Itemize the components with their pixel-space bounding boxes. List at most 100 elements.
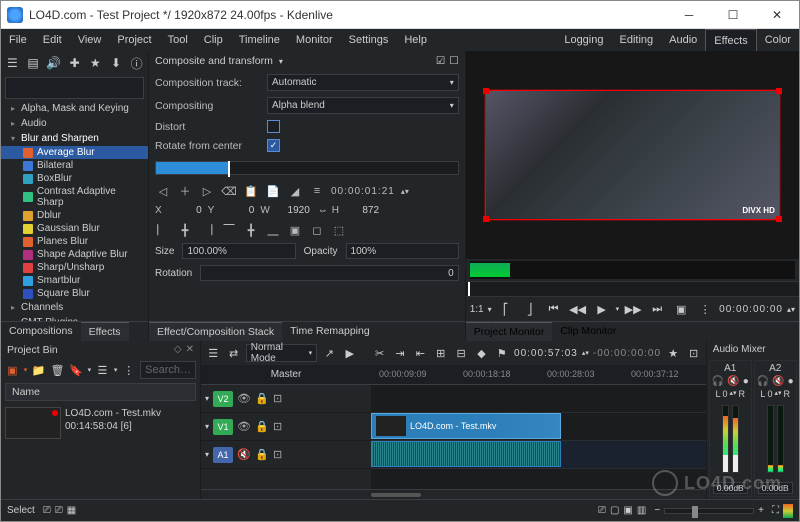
monitor-out-icon[interactable]: ⎦: [520, 300, 540, 318]
menu-monitor[interactable]: Monitor: [288, 29, 341, 51]
monitor-waveform[interactable]: [470, 261, 795, 279]
layout-logging[interactable]: Logging: [556, 29, 611, 51]
effect-dblur[interactable]: Dblur: [1, 209, 148, 222]
monitor-preview[interactable]: DIVX HD: [466, 51, 799, 259]
target-icon[interactable]: ⊡: [273, 420, 287, 433]
effects-search[interactable]: [5, 77, 144, 99]
align-hcenter-icon[interactable]: ╋: [177, 222, 193, 238]
bin-detach-icon[interactable]: ◇: [174, 344, 182, 356]
ch-solo-icon[interactable]: ●: [788, 376, 794, 387]
menu-edit[interactable]: Edit: [35, 29, 70, 51]
keyframe-slider[interactable]: [155, 161, 459, 175]
bin-column-name[interactable]: Name: [5, 383, 196, 401]
effect-planes-blur[interactable]: Planes Blur: [1, 235, 148, 248]
menu-settings[interactable]: Settings: [341, 29, 397, 51]
kf-copy-icon[interactable]: 📋: [243, 183, 259, 199]
stack-title[interactable]: Composite and transform▾: [149, 51, 289, 71]
tab-effects[interactable]: Effects: [81, 322, 129, 341]
tl-config-icon[interactable]: ⇄: [225, 344, 241, 362]
timeline-clip-a1[interactable]: [371, 441, 561, 467]
timeline-clip-v1[interactable]: LO4D.com - Test.mkv: [371, 413, 561, 439]
monitor-ruler[interactable]: [466, 281, 799, 297]
effect-gaussian-blur[interactable]: Gaussian Blur: [1, 222, 148, 235]
bin-filter-icon[interactable]: ☰: [95, 362, 110, 378]
tl-ungroup-icon[interactable]: ⊟: [453, 344, 469, 362]
lock-icon[interactable]: 🔒: [255, 448, 269, 461]
tab-effect-stack[interactable]: Effect/Composition Stack: [149, 322, 282, 341]
track-header-v2[interactable]: ▾V2👁🔒⊡: [201, 385, 371, 413]
layout-editing[interactable]: Editing: [611, 29, 661, 51]
close-button[interactable]: ✕: [755, 1, 799, 29]
menu-tool[interactable]: Tool: [160, 29, 196, 51]
distort-checkbox[interactable]: [267, 120, 280, 133]
menu-view[interactable]: View: [70, 29, 110, 51]
bin-delete-icon[interactable]: 🗑: [50, 362, 65, 378]
tl-group-icon[interactable]: ⊞: [433, 344, 449, 362]
mute-icon[interactable]: 🔇: [237, 448, 251, 461]
effects-fav-icon[interactable]: ★: [88, 55, 103, 71]
kf-prev-icon[interactable]: ◁: [155, 183, 171, 199]
kf-del-icon[interactable]: ⌫: [221, 183, 237, 199]
effects-cat-alpha[interactable]: ▸Alpha, Mask and Keying: [1, 101, 148, 116]
zoom-slider[interactable]: [664, 508, 754, 514]
align-vcenter-icon[interactable]: ╋: [243, 222, 259, 238]
tl-marker-icon[interactable]: ◆: [473, 344, 489, 362]
back-icon[interactable]: ◀◀: [568, 300, 588, 318]
kf-menu-icon[interactable]: ≡: [309, 183, 325, 199]
dim-w[interactable]: 1920: [272, 205, 314, 216]
mute-icon[interactable]: 👁: [237, 420, 251, 433]
track-header-v1[interactable]: ▾V1👁🔒⊡: [201, 413, 371, 441]
effects-download-icon[interactable]: ⬇: [109, 55, 124, 71]
bin-search[interactable]: Search…: [140, 361, 196, 379]
status-thumbs-icon[interactable]: ▥: [637, 505, 646, 516]
tl-timecode[interactable]: 00:00:57:03: [514, 348, 578, 359]
stack-eye-icon[interactable]: ☑: [436, 55, 445, 67]
effect-smartblur[interactable]: Smartblur: [1, 274, 148, 287]
minimize-button[interactable]: ─: [667, 1, 711, 29]
effect-average-blur[interactable]: Average Blur: [1, 146, 148, 159]
track-header-a1[interactable]: ▾A1🔇🔒⊡: [201, 441, 371, 469]
ch-mute-icon[interactable]: 🔇: [727, 376, 739, 387]
kf-type-icon[interactable]: ◢: [287, 183, 303, 199]
track-lane-a1[interactable]: [371, 441, 706, 469]
bin-add-icon[interactable]: ▣: [5, 362, 20, 378]
layout-color[interactable]: Color: [757, 29, 799, 51]
effect-sharp-unsharp[interactable]: Sharp/Unsharp: [1, 261, 148, 274]
align-left-icon[interactable]: ⎸: [155, 222, 171, 238]
zoom-in-icon[interactable]: +: [758, 505, 764, 516]
status-proxy-icon[interactable]: ▢: [610, 505, 619, 516]
status-snap-icon[interactable]: ⎚: [43, 505, 51, 516]
ch-mute-icon[interactable]: 🔇: [772, 376, 784, 387]
tl-play-icon[interactable]: ▶: [342, 344, 358, 362]
bin-close-icon[interactable]: ✕: [186, 344, 194, 356]
ch-headphone-icon[interactable]: 🎧: [757, 376, 769, 387]
size-field[interactable]: 100.00%: [182, 243, 295, 259]
tl-track-toggle-icon[interactable]: ☰: [205, 344, 221, 362]
zoom-out-icon[interactable]: −: [654, 505, 660, 516]
tl-render-icon[interactable]: ⊡: [685, 344, 701, 362]
timeline-scrollbar[interactable]: [201, 489, 706, 499]
layout-audio[interactable]: Audio: [661, 29, 705, 51]
monitor-timecode[interactable]: 00:00:00:00: [719, 304, 783, 315]
play-icon[interactable]: ▶: [592, 300, 612, 318]
target-icon[interactable]: ⊡: [273, 448, 287, 461]
lock-ratio-icon[interactable]: ⇔: [318, 205, 328, 216]
opacity-field[interactable]: 100%: [346, 243, 459, 259]
tl-cut-icon[interactable]: ✂: [371, 344, 387, 362]
orig-size-icon[interactable]: ◻: [309, 222, 325, 238]
stack-pin-icon[interactable]: ☐: [449, 55, 458, 67]
comp-track-select[interactable]: Automatic▾: [267, 74, 459, 91]
status-grid-icon[interactable]: ▦: [67, 505, 76, 516]
menu-clip[interactable]: Clip: [196, 29, 231, 51]
tl-tool1-icon[interactable]: ↗: [321, 344, 337, 362]
dim-y[interactable]: 0: [216, 205, 258, 216]
bin-tag-icon[interactable]: 🔖: [69, 362, 84, 378]
effects-cat-blur[interactable]: ▾Blur and Sharpen: [1, 131, 148, 146]
align-right-icon[interactable]: ⎹: [199, 222, 215, 238]
monitor-more-icon[interactable]: ⋮: [695, 300, 715, 318]
effects-info-icon[interactable]: ⓘ: [129, 55, 144, 71]
lock-icon[interactable]: 🔒: [255, 420, 269, 433]
effect-shape-adaptive[interactable]: Shape Adaptive Blur: [1, 248, 148, 261]
align-top-icon[interactable]: ⎺: [221, 222, 237, 238]
effects-cat-audio[interactable]: ▸Audio: [1, 116, 148, 131]
